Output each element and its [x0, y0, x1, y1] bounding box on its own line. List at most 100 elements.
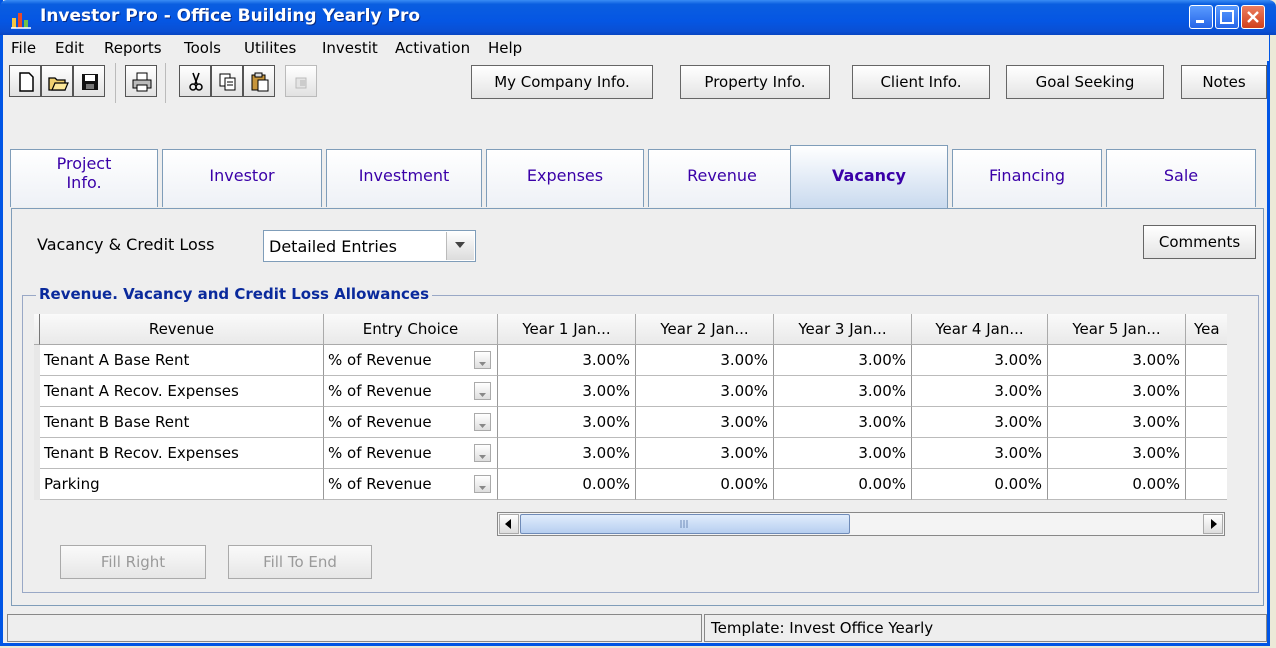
column-header[interactable]: Year 3 Jan... [774, 314, 912, 345]
copy-icon[interactable] [211, 65, 243, 97]
menu-utilites[interactable]: Utilites [244, 39, 296, 57]
revenue-name-cell[interactable]: Tenant B Recov. Expenses [40, 438, 324, 469]
column-header[interactable]: Revenue [40, 314, 324, 345]
year-value-cell[interactable] [1186, 469, 1227, 500]
entry-choice-select[interactable]: % of Revenue [324, 345, 498, 376]
year-value-cell[interactable]: 3.00% [1048, 345, 1186, 376]
year-value-cell[interactable]: 3.00% [912, 407, 1048, 438]
column-header[interactable]: Year 5 Jan... [1048, 314, 1186, 345]
year-value-cell[interactable]: 3.00% [1048, 407, 1186, 438]
revenue-name-cell[interactable]: Tenant A Base Rent [40, 345, 324, 376]
column-header[interactable]: Year 2 Jan... [636, 314, 774, 345]
vacancy-method-select[interactable]: Detailed Entries [263, 230, 476, 262]
revenue-name-cell[interactable]: Tenant A Recov. Expenses [40, 376, 324, 407]
menu-file[interactable]: File [11, 39, 36, 57]
paste-icon[interactable] [243, 65, 275, 97]
entry-choice-select[interactable]: % of Revenue [324, 469, 498, 500]
year-value-cell[interactable] [1186, 438, 1227, 469]
scroll-left-icon[interactable] [499, 514, 519, 534]
year-value-cell[interactable]: 3.00% [774, 345, 912, 376]
my-company-info-button[interactable]: My Company Info. [471, 65, 653, 99]
tab-investor[interactable]: Investor [162, 149, 322, 207]
chevron-down-icon[interactable] [446, 232, 474, 260]
menu-investit[interactable]: Investit [322, 39, 378, 57]
tab-project-info[interactable]: Project Info. [10, 149, 158, 207]
year-value-cell[interactable]: 0.00% [774, 469, 912, 500]
tab-financing[interactable]: Financing [952, 149, 1102, 207]
year-value-cell[interactable]: 0.00% [1048, 469, 1186, 500]
menu-tools[interactable]: Tools [184, 39, 221, 57]
open-folder-icon[interactable] [41, 65, 73, 97]
tab-sale[interactable]: Sale [1106, 149, 1256, 207]
chevron-down-icon[interactable] [474, 475, 491, 493]
year-value-cell[interactable]: 3.00% [498, 345, 636, 376]
chevron-down-icon[interactable] [474, 413, 491, 431]
menu-edit[interactable]: Edit [55, 39, 84, 57]
revenue-name-cell[interactable]: Tenant B Base Rent [40, 407, 324, 438]
chevron-down-icon[interactable] [474, 382, 491, 400]
comments-button[interactable]: Comments [1143, 225, 1256, 259]
year-value-cell[interactable]: 3.00% [774, 376, 912, 407]
year-value-cell[interactable]: 3.00% [636, 345, 774, 376]
year-value-cell[interactable]: 3.00% [498, 438, 636, 469]
year-value-cell[interactable]: 3.00% [912, 376, 1048, 407]
tab-label: Investor [209, 166, 275, 185]
maximize-button[interactable] [1215, 5, 1239, 29]
scroll-thumb[interactable] [520, 514, 850, 534]
year-value-cell[interactable]: 3.00% [1048, 376, 1186, 407]
year-value-cell[interactable]: 3.00% [636, 407, 774, 438]
tab-vacancy[interactable]: Vacancy [790, 145, 948, 209]
revenue-name-cell[interactable]: Parking [40, 469, 324, 500]
year-value-cell[interactable]: 0.00% [912, 469, 1048, 500]
year-value-cell[interactable]: 3.00% [774, 438, 912, 469]
entry-choice-select[interactable]: % of Revenue [324, 438, 498, 469]
menu-activation[interactable]: Activation [395, 39, 470, 57]
property-info-button[interactable]: Property Info. [680, 65, 830, 99]
year-value-cell[interactable]: 3.00% [774, 407, 912, 438]
cut-icon[interactable] [179, 65, 211, 97]
tab-investment[interactable]: Investment [326, 149, 482, 207]
year-value-cell[interactable]: 3.00% [636, 376, 774, 407]
goal-seeking-button[interactable]: Goal Seeking [1006, 65, 1164, 99]
notes-button[interactable]: Notes [1181, 65, 1267, 99]
year-value-cell[interactable]: 3.00% [1048, 438, 1186, 469]
save-disk-icon[interactable] [73, 65, 105, 97]
fill-to-end-button[interactable]: Fill To End [228, 545, 372, 579]
window-title: Investor Pro - Office Building Yearly Pr… [40, 6, 421, 26]
tab-revenue[interactable]: Revenue [648, 149, 796, 207]
horizontal-scrollbar[interactable] [497, 512, 1225, 536]
year-value-cell[interactable] [1186, 345, 1227, 376]
entry-choice-select[interactable]: % of Revenue [324, 376, 498, 407]
year-value-cell[interactable] [1186, 407, 1227, 438]
table-row: Tenant B Base Rent% of Revenue 3.00% 3.00%… [34, 407, 1227, 438]
column-header[interactable]: Entry Choice [324, 314, 498, 345]
title-bar[interactable]: Investor Pro - Office Building Yearly Pr… [0, 0, 1276, 35]
entry-choice-select[interactable]: % of Revenue [324, 407, 498, 438]
close-button[interactable] [1241, 5, 1265, 29]
year-value-cell[interactable]: 3.00% [912, 438, 1048, 469]
year-value-cell[interactable] [1186, 376, 1227, 407]
year-value-cell[interactable]: 0.00% [498, 469, 636, 500]
tab-label: Project [56, 154, 112, 173]
year-value-cell[interactable]: 3.00% [498, 407, 636, 438]
chevron-down-icon[interactable] [474, 351, 491, 369]
fill-right-button[interactable]: Fill Right [60, 545, 206, 579]
menu-help[interactable]: Help [488, 39, 522, 57]
year-value-cell[interactable]: 3.00% [912, 345, 1048, 376]
year-value-cell[interactable]: 0.00% [636, 469, 774, 500]
new-document-icon[interactable] [9, 65, 41, 97]
column-header[interactable]: Year 4 Jan... [912, 314, 1048, 345]
menu-reports[interactable]: Reports [104, 39, 162, 57]
column-header[interactable]: Yea [1186, 314, 1227, 345]
entry-choice-value: % of Revenue [328, 444, 432, 462]
column-header[interactable]: Year 1 Jan... [498, 314, 636, 345]
tab-expenses[interactable]: Expenses [486, 149, 644, 207]
chevron-down-icon[interactable] [474, 444, 491, 462]
print-icon[interactable] [125, 65, 157, 97]
scroll-right-icon[interactable] [1203, 514, 1223, 534]
year-value-cell[interactable]: 3.00% [636, 438, 774, 469]
client-info-button[interactable]: Client Info. [852, 65, 990, 99]
disabled-tool-icon[interactable] [285, 65, 317, 97]
minimize-button[interactable] [1189, 5, 1213, 29]
year-value-cell[interactable]: 3.00% [498, 376, 636, 407]
